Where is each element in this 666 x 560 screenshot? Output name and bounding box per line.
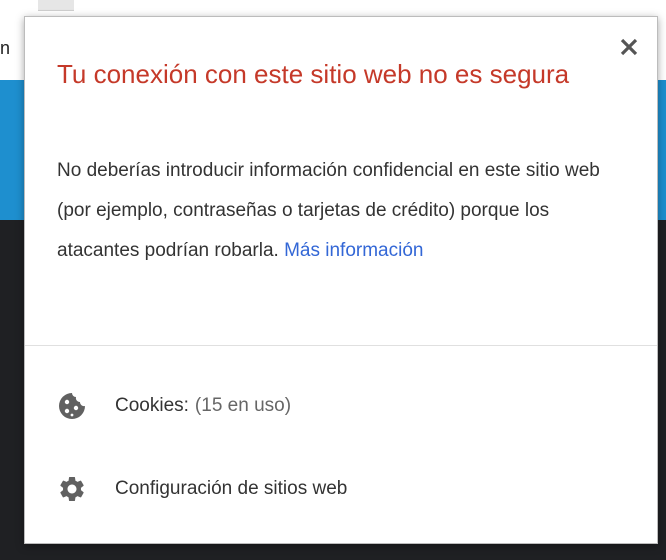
gear-icon [55, 472, 89, 506]
site-settings-label: Configuración de sitios web [115, 478, 348, 499]
cookies-label: Cookies: [115, 395, 189, 416]
site-info-popup: Tu conexión con este sitio web no es seg… [24, 16, 658, 544]
background-text-fragment: n [0, 38, 11, 58]
cookies-count: (15 en uso) [194, 395, 292, 416]
security-warning-description: No deberías introducir información confi… [57, 151, 627, 271]
more-info-link[interactable]: Más información [284, 240, 423, 261]
cookie-icon [55, 389, 89, 423]
cookies-row[interactable]: Cookies: (15 en uso) [55, 386, 291, 426]
security-warning-title: Tu conexión con este sitio web no es seg… [57, 59, 570, 89]
background-tab [38, 0, 74, 11]
divider [25, 345, 657, 346]
close-icon [619, 37, 639, 62]
site-settings-row[interactable]: Configuración de sitios web [55, 469, 347, 509]
close-button[interactable] [615, 35, 643, 63]
